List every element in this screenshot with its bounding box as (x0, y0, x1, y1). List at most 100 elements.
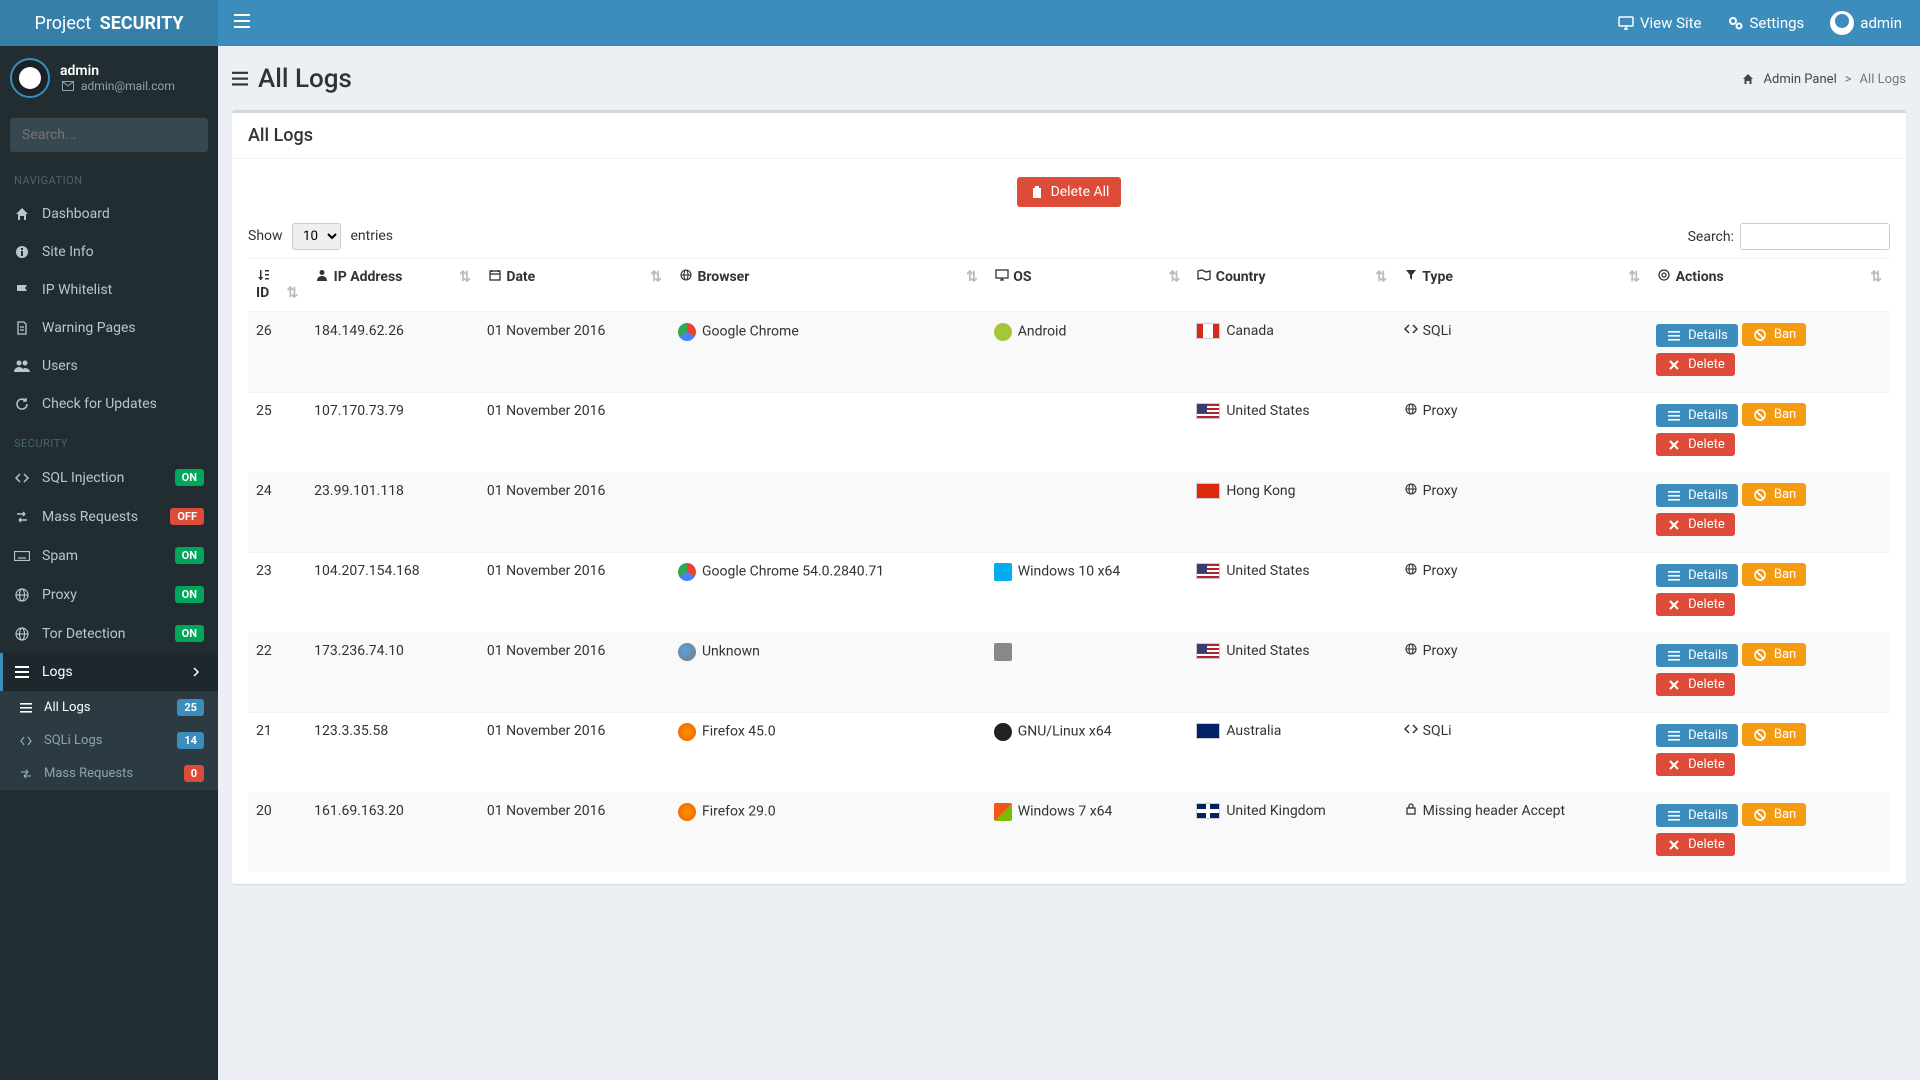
sidebar-item-siteinfo[interactable]: Site Info (0, 233, 218, 271)
user-menu[interactable]: admin (1830, 11, 1902, 35)
col-id[interactable]: ID⇅ (248, 259, 306, 313)
ban-button[interactable]: Ban (1742, 483, 1806, 506)
list-icon (1666, 491, 1682, 501)
cell-ip: 184.149.62.26 (306, 312, 479, 393)
status-badge: ON (175, 547, 204, 564)
sort-icon: ⇅ (286, 285, 298, 301)
sidebar-item-logs[interactable]: Logs (0, 653, 218, 691)
cell-actions: Details Ban Delete (1648, 633, 1890, 713)
sort-icon: ⇅ (1375, 269, 1387, 285)
lock-icon (1403, 803, 1419, 815)
settings-link[interactable]: Settings (1728, 14, 1805, 32)
cell-browser: Firefox 29.0 (670, 793, 986, 873)
brand[interactable]: Project SECURITY (0, 0, 218, 46)
delete-button[interactable]: Delete (1656, 513, 1735, 536)
sidebar-sub-sqlilogs[interactable]: SQLi Logs14 (0, 724, 218, 757)
cell-type: Proxy (1395, 633, 1648, 713)
sidebar-item-users[interactable]: Users (0, 347, 218, 385)
sort-icon: ⇅ (1628, 269, 1640, 285)
sidebar-toggle[interactable] (218, 14, 266, 32)
cell-browser (670, 473, 986, 553)
delete-button[interactable]: Delete (1656, 593, 1735, 616)
file-icon (14, 321, 30, 335)
logs-table: ID⇅ IP Address⇅ Date⇅ Browser⇅ OS⇅ Count… (248, 258, 1890, 872)
details-button[interactable]: Details (1656, 324, 1738, 347)
sidebar-item-ipwhitelist[interactable]: IP Whitelist (0, 271, 218, 309)
table-search-input[interactable] (1740, 223, 1890, 250)
browser-icon (678, 323, 696, 341)
table-row: 25107.170.73.7901 November 2016United St… (248, 393, 1890, 473)
cell-os: Windows 10 x64 (986, 553, 1189, 633)
sidebar-item-massrequests[interactable]: Mass RequestsOFF (0, 497, 218, 536)
cell-country: Canada (1188, 312, 1395, 393)
details-button[interactable]: Details (1656, 404, 1738, 427)
details-button[interactable]: Details (1656, 644, 1738, 667)
col-actions[interactable]: Actions⇅ (1648, 259, 1890, 313)
search-input[interactable] (10, 118, 208, 152)
cell-id: 20 (248, 793, 306, 873)
sidebar-item-spam[interactable]: SpamON (0, 536, 218, 575)
col-browser-label: Browser (697, 269, 749, 285)
table-row: 21123.3.35.5801 November 2016Firefox 45.… (248, 713, 1890, 793)
cell-os: Windows 7 x64 (986, 793, 1189, 873)
nav-label: Logs (42, 664, 73, 680)
close-icon (1666, 840, 1682, 850)
sidebar-sub-alllogs[interactable]: All Logs25 (0, 691, 218, 724)
ban-button[interactable]: Ban (1742, 323, 1806, 346)
col-date[interactable]: Date⇅ (479, 259, 670, 313)
ban-button[interactable]: Ban (1742, 723, 1806, 746)
browser-icon (678, 803, 696, 821)
nav-label: Proxy (42, 587, 77, 603)
delete-all-button[interactable]: Delete All (1017, 177, 1122, 207)
nav-label: Check for Updates (42, 396, 157, 412)
flag-icon (14, 283, 30, 297)
delete-button[interactable]: Delete (1656, 433, 1735, 456)
sidebar-item-sqlinjection[interactable]: SQL InjectionON (0, 458, 218, 497)
cell-date: 01 November 2016 (479, 713, 670, 793)
breadcrumb-admin[interactable]: Admin Panel (1764, 72, 1837, 87)
os-icon (994, 643, 1012, 661)
ban-button[interactable]: Ban (1742, 803, 1806, 826)
col-ip-label: IP Address (334, 269, 403, 285)
delete-button[interactable]: Delete (1656, 833, 1735, 856)
settings-label: Settings (1750, 14, 1805, 32)
delete-button[interactable]: Delete (1656, 353, 1735, 376)
col-ip[interactable]: IP Address⇅ (306, 259, 479, 313)
sidebar-item-proxy[interactable]: Proxy ON (0, 575, 218, 614)
sidebar-item-updates[interactable]: Check for Updates (0, 385, 218, 423)
details-button[interactable]: Details (1656, 484, 1738, 507)
cell-date: 01 November 2016 (479, 393, 670, 473)
keyboard-icon (14, 551, 30, 561)
entries-select[interactable]: 10 (292, 223, 341, 250)
col-browser[interactable]: Browser⇅ (670, 259, 986, 313)
col-os[interactable]: OS⇅ (986, 259, 1189, 313)
ban-button[interactable]: Ban (1742, 403, 1806, 426)
details-button[interactable]: Details (1656, 724, 1738, 747)
topbar: Project SECURITY View Site Settings admi… (0, 0, 1920, 46)
cell-actions: Details Ban Delete (1648, 312, 1890, 393)
sidebar-item-dashboard[interactable]: Dashboard (0, 195, 218, 233)
view-site-link[interactable]: View Site (1618, 14, 1702, 32)
table-row: 22173.236.74.1001 November 2016UnknownUn… (248, 633, 1890, 713)
cell-actions: Details Ban Delete (1648, 473, 1890, 553)
delete-button[interactable]: Delete (1656, 753, 1735, 776)
cell-country: United States (1188, 553, 1395, 633)
status-badge: ON (175, 586, 204, 603)
details-button[interactable]: Details (1656, 564, 1738, 587)
list-icon (1666, 651, 1682, 661)
list-icon (14, 666, 30, 678)
col-type[interactable]: Type⇅ (1395, 259, 1648, 313)
sidebar-item-warning[interactable]: Warning Pages (0, 309, 218, 347)
details-button[interactable]: Details (1656, 804, 1738, 827)
ban-button[interactable]: Ban (1742, 643, 1806, 666)
col-date-label: Date (506, 269, 535, 285)
cell-ip: 104.207.154.168 (306, 553, 479, 633)
cell-ip: 161.69.163.20 (306, 793, 479, 873)
col-country[interactable]: Country⇅ (1188, 259, 1395, 313)
sidebar-item-tor[interactable]: Tor DetectionON (0, 614, 218, 653)
ban-button[interactable]: Ban (1742, 563, 1806, 586)
users-icon (14, 359, 30, 373)
delete-button[interactable]: Delete (1656, 673, 1735, 696)
table-row: 20161.69.163.2001 November 2016Firefox 2… (248, 793, 1890, 873)
sidebar-sub-massreq[interactable]: Mass Requests0 (0, 757, 218, 790)
